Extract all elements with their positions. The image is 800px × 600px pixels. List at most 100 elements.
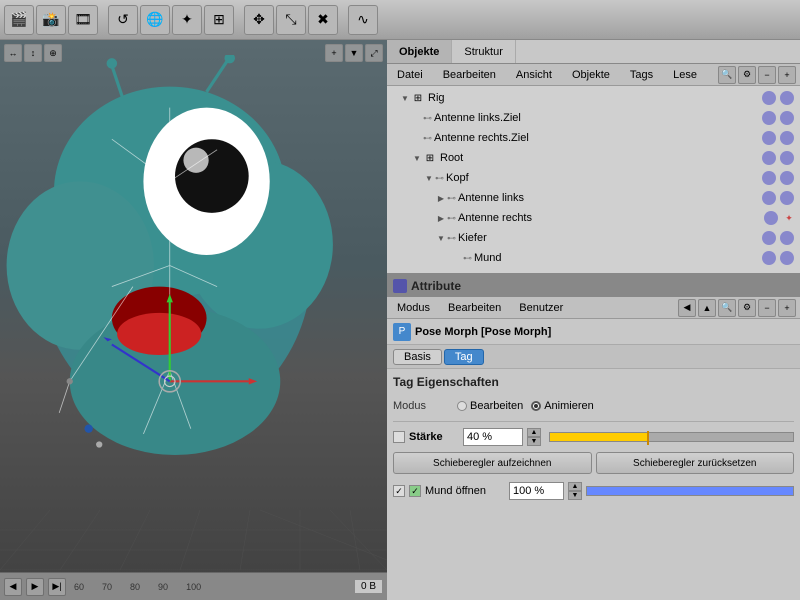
- menu-ansicht[interactable]: Ansicht: [510, 66, 558, 84]
- tree-icon-kopf: ⊷: [435, 173, 444, 184]
- morph-checkbox-1[interactable]: ✓: [393, 485, 405, 497]
- timeline-btn-next[interactable]: ▶|: [48, 578, 66, 596]
- menu-objekte[interactable]: Objekte: [566, 66, 616, 84]
- tree-item-mund[interactable]: ⊷ Mund: [387, 248, 800, 268]
- tree-icon-root: ⊞: [423, 151, 437, 165]
- attr-menu-bearbeiten[interactable]: Bearbeiten: [442, 299, 507, 317]
- morph-checkbox-2[interactable]: ✓: [409, 485, 421, 497]
- attr-menu-modus[interactable]: Modus: [391, 299, 436, 317]
- btn-zuruecksetzen[interactable]: Schieberegler zurücksetzen: [596, 452, 795, 474]
- morph-input-mund[interactable]: [509, 482, 564, 500]
- toolbar-icon-film[interactable]: 🎬: [4, 5, 34, 35]
- attr-search-icon[interactable]: 🔍: [718, 299, 736, 317]
- toolbar-icon-globe[interactable]: 🌐: [140, 5, 170, 35]
- tree-item-antenne-l-ziel[interactable]: ⊷ Antenne links.Ziel: [387, 108, 800, 128]
- tree-dot2-rig: [780, 91, 794, 105]
- morph-bar[interactable]: [586, 486, 794, 496]
- tree-item-root[interactable]: ▼ ⊞ Root: [387, 148, 800, 168]
- morph-stepper-up[interactable]: ▲: [568, 482, 582, 491]
- strength-bar[interactable]: [549, 432, 794, 442]
- vp-btn-1[interactable]: +: [325, 44, 343, 62]
- vp-zoom-btn2[interactable]: ⊕: [44, 44, 62, 62]
- attribute-panel: Attribute Modus Bearbeiten Benutzer ◀ ▲ …: [387, 275, 800, 600]
- strength-bar-fill: [550, 433, 647, 441]
- menu-bearbeiten[interactable]: Bearbeiten: [437, 66, 502, 84]
- tree-dot-al: [762, 111, 776, 125]
- strength-stepper[interactable]: ▲ ▼: [527, 428, 541, 446]
- tree-item-antenne-rechts[interactable]: ▶ ⊷ Antenne rechts ✦: [387, 208, 800, 228]
- menu-lese[interactable]: Lese: [667, 66, 703, 84]
- tree-item-kiefer[interactable]: ▼ ⊷ Kiefer: [387, 228, 800, 248]
- strength-input[interactable]: [463, 428, 523, 446]
- timeline-mark-100: 100: [186, 582, 201, 592]
- toolbar-icon-close[interactable]: ✖: [308, 5, 338, 35]
- toolbar-icon-rotate[interactable]: ↺: [108, 5, 138, 35]
- tree-item-rig[interactable]: ▼ ⊞ Rig: [387, 88, 800, 108]
- objects-panel: Objekte Struktur Datei Bearbeiten Ansich…: [387, 40, 800, 275]
- radio-animieren[interactable]: Animieren: [531, 400, 594, 412]
- pose-morph-icon: P: [393, 323, 411, 341]
- strength-bar-marker: [647, 431, 649, 445]
- vp-top-left-controls: ↔ ↕ ⊕: [4, 44, 62, 62]
- toolbar-icon-scale[interactable]: ⤡: [276, 5, 306, 35]
- object-tree[interactable]: ▼ ⊞ Rig ⊷ Antenne links.Ziel: [387, 86, 800, 273]
- attribute-content: Tag Eigenschaften Modus Bearbeiten Animi…: [387, 369, 800, 600]
- tree-label-alinks: Antenne links: [458, 192, 762, 204]
- tab-basis[interactable]: Basis: [393, 349, 442, 365]
- vp-btn-zoom[interactable]: ⤢: [365, 44, 383, 62]
- timeline: ◀ ▶ ▶| 60 70 80 90 100 0 B: [0, 572, 387, 600]
- tree-row-end-al: [762, 111, 796, 125]
- objects-minimize-icon[interactable]: −: [758, 66, 776, 84]
- attr-settings-icon[interactable]: ⚙: [738, 299, 756, 317]
- tree-arrow-arechts: ▶: [435, 214, 447, 223]
- objects-tabs: Objekte Struktur: [387, 40, 800, 64]
- tab-struktur[interactable]: Struktur: [452, 40, 516, 63]
- radio-group-modus: Bearbeiten Animieren: [457, 400, 594, 412]
- attr-back-icon[interactable]: ◀: [678, 299, 696, 317]
- tree-dot2-kopf: [780, 171, 794, 185]
- tree-row-end-ar: [762, 131, 796, 145]
- vp-arrow-btn[interactable]: ↔: [4, 44, 22, 62]
- timeline-btn-play[interactable]: ▶: [26, 578, 44, 596]
- strength-checkbox[interactable]: [393, 431, 405, 443]
- tree-dot2-ar: [780, 131, 794, 145]
- attr-minimize-icon[interactable]: −: [758, 299, 776, 317]
- attr-menu-benutzer[interactable]: Benutzer: [513, 299, 569, 317]
- vp-btn-2[interactable]: ▼: [345, 44, 363, 62]
- menu-datei[interactable]: Datei: [391, 66, 429, 84]
- toolbar-icon-spline[interactable]: ∿: [348, 5, 378, 35]
- floor-grid: [0, 450, 387, 570]
- tree-item-antenne-r-ziel[interactable]: ⊷ Antenne rechts.Ziel: [387, 128, 800, 148]
- morph-stepper[interactable]: ▲ ▼: [568, 482, 582, 500]
- attr-add-icon[interactable]: +: [778, 299, 796, 317]
- tree-icon-ar: ⊷: [423, 133, 432, 144]
- tree-item-kopf[interactable]: ▼ ⊷ Kopf: [387, 168, 800, 188]
- strength-label: Stärke: [409, 431, 459, 443]
- strength-row: Stärke ▲ ▼: [393, 426, 794, 448]
- tree-dot-ar: [762, 131, 776, 145]
- vp-rotate-btn[interactable]: ↕: [24, 44, 42, 62]
- toolbar-icon-star[interactable]: ✦: [172, 5, 202, 35]
- toolbar-icon-move[interactable]: ✥: [244, 5, 274, 35]
- toolbar-icon-grid[interactable]: ⊞: [204, 5, 234, 35]
- viewport-3d[interactable]: + ▼ ⤢ ↔ ↕ ⊕ ◀ ▶ ▶| 60 70 80 90 100 0 B: [0, 40, 387, 600]
- tree-dot-rig: [762, 91, 776, 105]
- attr-up-icon[interactable]: ▲: [698, 299, 716, 317]
- btn-aufzeichnen[interactable]: Schieberegler aufzeichnen: [393, 452, 592, 474]
- stepper-down[interactable]: ▼: [527, 437, 541, 446]
- slider-buttons-row: Schieberegler aufzeichnen Schieberegler …: [393, 452, 794, 474]
- radio-bearbeiten[interactable]: Bearbeiten: [457, 400, 523, 412]
- tree-item-antenne-links[interactable]: ▶ ⊷ Antenne links: [387, 188, 800, 208]
- stepper-up[interactable]: ▲: [527, 428, 541, 437]
- toolbar-icon-video[interactable]: 🎞: [68, 5, 98, 35]
- objects-add-icon[interactable]: +: [778, 66, 796, 84]
- objects-settings-icon[interactable]: ⚙: [738, 66, 756, 84]
- tab-objekte[interactable]: Objekte: [387, 40, 452, 63]
- timeline-btn-prev[interactable]: ◀: [4, 578, 22, 596]
- morph-stepper-down[interactable]: ▼: [568, 491, 582, 500]
- menu-tags[interactable]: Tags: [624, 66, 659, 84]
- tab-tag[interactable]: Tag: [444, 349, 484, 365]
- objects-search-icon[interactable]: 🔍: [718, 66, 736, 84]
- toolbar-icon-camera[interactable]: 📸: [36, 5, 66, 35]
- radio-bearbeiten-circle: [457, 401, 467, 411]
